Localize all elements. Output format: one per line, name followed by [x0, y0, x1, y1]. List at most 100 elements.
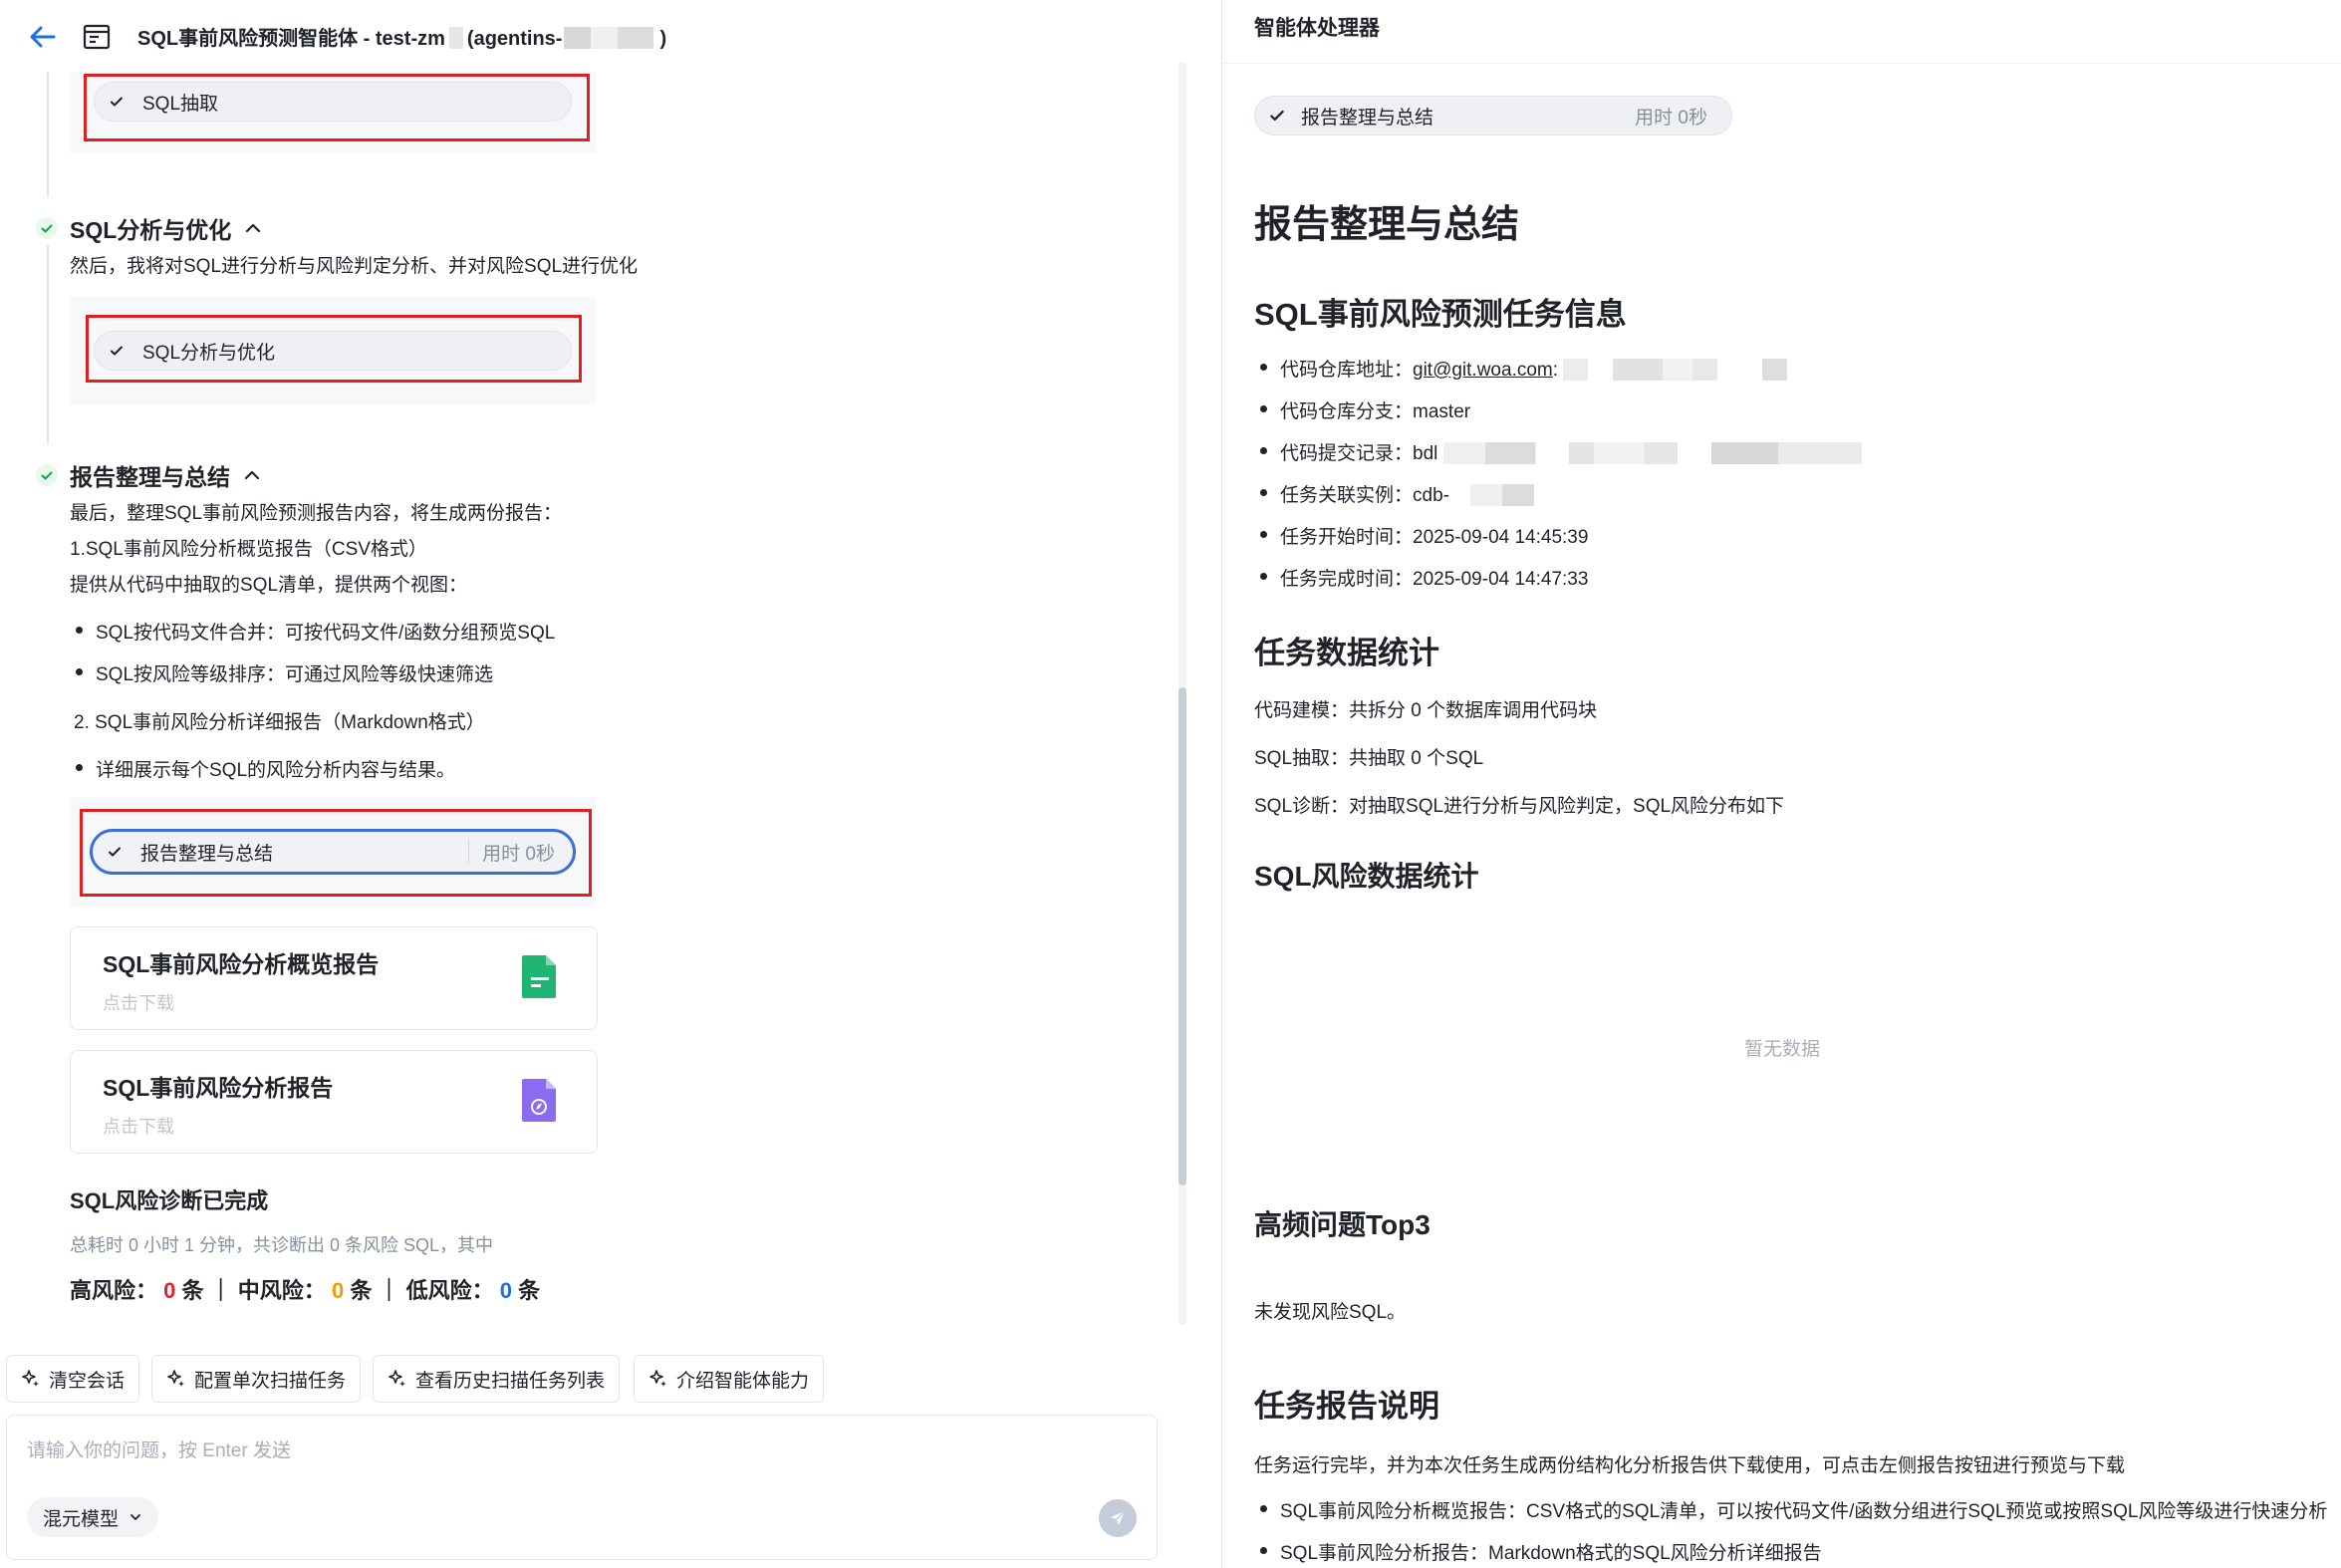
report-desc-line: 2. SQL事前风险分析详细报告（Markdown格式）	[74, 712, 485, 733]
section-title-top3: 高频问题Top3	[1254, 1209, 1431, 1240]
card-title: SQL事前风险分析概览报告	[103, 951, 380, 977]
info-instance: 任务关联实例：cdb-	[1254, 480, 1535, 507]
chevron-down-icon	[130, 1514, 140, 1520]
report-desc-line: 最后，整理SQL事前风险预测报告内容，将生成两份报告：	[70, 503, 563, 524]
sparkle-icon	[650, 1370, 666, 1387]
stats-line: SQL抽取：共抽取 0 个SQL	[1254, 748, 1484, 769]
count-unit: 条	[181, 1278, 204, 1303]
sparkle-icon	[389, 1370, 405, 1387]
report-bullet: SQL按风险等级排序：可通过风险等级快速筛选	[70, 659, 493, 686]
report-desc-line: 1.SQL事前风险分析概览报告（CSV格式）	[70, 539, 427, 560]
chevron-up-icon[interactable]	[242, 465, 262, 485]
info-label: 任务完成时间：	[1280, 569, 1414, 590]
spreadsheet-file-icon	[522, 955, 556, 998]
info-repo: 代码仓库地址：git@git.woa.com:	[1254, 355, 1813, 382]
card-download-link[interactable]: 点击下载	[103, 1113, 174, 1139]
chat-input[interactable]	[27, 1436, 1123, 1475]
app-window: SQL事前风险预测智能体 - test-zm (agentins-) SQL抽取 …	[0, 0, 2341, 1568]
highlight-box	[80, 809, 592, 897]
redacted-mask	[1454, 484, 1535, 506]
mid-risk-count: 0	[331, 1278, 345, 1303]
count-unit: 条	[350, 1278, 373, 1303]
card-download-link[interactable]: 点击下载	[103, 989, 174, 1015]
conversation-list-icon[interactable]	[82, 22, 112, 52]
info-label: 任务关联实例：	[1280, 485, 1414, 506]
step-check-icon	[36, 217, 58, 239]
processor-title: 智能体处理器	[1254, 17, 1380, 40]
section-title-report: 任务报告说明	[1254, 1389, 1439, 1424]
back-arrow-icon[interactable]	[26, 20, 60, 54]
risk-counts: 高风险： 0 条 ｜ 中风险： 0 条 ｜ 低风险： 0 条	[70, 1273, 540, 1305]
top3-text: 未发现风险SQL。	[1254, 1302, 1407, 1323]
quick-action-intro[interactable]: 介绍智能体能力	[634, 1355, 825, 1403]
tool-pill-label: 报告整理与总结	[1301, 107, 1434, 129]
quick-action-config-scan[interactable]: 配置单次扫描任务	[151, 1355, 362, 1403]
info-label: 代码提交记录：	[1280, 443, 1414, 464]
download-card-detail[interactable]: SQL事前风险分析报告 点击下载	[70, 1050, 598, 1154]
step-header-report[interactable]: 报告整理与总结	[36, 458, 262, 492]
mid-risk-label: 中风险：	[237, 1278, 326, 1303]
report-bullet: 详细展示每个SQL的风险分析内容与结果。	[70, 755, 455, 782]
model-select[interactable]: 混元模型	[27, 1497, 159, 1537]
info-label: 任务开始时间：	[1280, 527, 1414, 548]
empty-state: 暂无数据	[1743, 1039, 1820, 1060]
count-unit: 条	[518, 1278, 541, 1303]
section-title-stats: 任务数据统计	[1254, 636, 1439, 670]
quick-action-clear[interactable]: 清空会话	[6, 1355, 140, 1403]
high-risk-count: 0	[163, 1278, 176, 1303]
quick-action-history[interactable]: 查看历史扫描任务列表	[373, 1355, 621, 1403]
quick-action-label: 查看历史扫描任务列表	[415, 1370, 606, 1392]
report-bullet: SQL按代码文件合并：可按代码文件/函数分组预览SQL	[70, 618, 555, 645]
model-select-label: 混元模型	[43, 1508, 120, 1530]
info-label: 代码仓库地址：	[1280, 360, 1414, 381]
step-title: 报告整理与总结	[70, 464, 230, 490]
info-value: 2025-09-04 14:47:33	[1413, 569, 1589, 590]
title-suffix: )	[659, 28, 667, 50]
info-value: master	[1413, 401, 1471, 422]
chat-input-box: 混元模型	[6, 1415, 1158, 1560]
low-risk-label: 低风险：	[405, 1278, 494, 1303]
repo-link[interactable]: git@git.woa.com	[1413, 360, 1553, 381]
stats-line: 代码建模：共拆分 0 个数据库调用代码块	[1254, 700, 1598, 721]
processor-pane: 智能体处理器 报告整理与总结 用时 0秒 报告整理与总结 SQL事前风险预测任务…	[1221, 0, 2341, 1568]
highlight-box	[86, 315, 582, 383]
step-check-icon	[36, 464, 58, 486]
title-prefix: SQL事前风险预测智能体 - test-zm	[137, 28, 445, 50]
sparkle-icon	[22, 1370, 39, 1387]
send-icon	[1111, 1510, 1126, 1525]
timeline-line	[47, 72, 49, 197]
info-value: bdl	[1413, 443, 1438, 464]
check-icon	[1263, 102, 1291, 130]
report-heading: 报告整理与总结	[1254, 204, 1520, 246]
section-title-task-info: SQL事前风险预测任务信息	[1254, 297, 1627, 332]
section-title-risk-stats: SQL风险数据统计	[1254, 861, 1479, 892]
step-header-analyze[interactable]: SQL分析与优化	[36, 211, 263, 245]
info-value: cdb-	[1413, 485, 1449, 506]
redacted-mask	[564, 27, 654, 49]
step-title: SQL分析与优化	[70, 217, 232, 243]
redacted-mask	[448, 27, 463, 49]
quick-action-label: 配置单次扫描任务	[194, 1370, 347, 1392]
download-card-overview[interactable]: SQL事前风险分析概览报告 点击下载	[70, 926, 598, 1030]
redacted-mask	[1442, 442, 1862, 464]
markdown-file-icon	[522, 1079, 556, 1122]
title-mid: (agentins-	[466, 28, 563, 50]
chat-pane: SQL事前风险预测智能体 - test-zm (agentins-) SQL抽取 …	[0, 0, 1221, 1568]
send-button[interactable]	[1099, 1499, 1137, 1537]
separator: ｜	[378, 1278, 400, 1303]
report-bullet: SQL事前风险分析报告：Markdown格式的SQL风险分析详细报告	[1254, 1538, 1822, 1565]
processor-tool-pill[interactable]: 报告整理与总结 用时 0秒	[1254, 96, 1732, 135]
stats-line: SQL诊断：对抽取SQL进行分析与风险判定，SQL风险分布如下	[1254, 796, 1785, 817]
highlight-box	[84, 74, 590, 141]
quick-action-label: 介绍智能体能力	[676, 1370, 810, 1392]
processor-header: 智能体处理器	[1222, 0, 2341, 64]
chevron-up-icon[interactable]	[243, 218, 263, 238]
info-end-time: 任务完成时间：2025-09-04 14:47:33	[1254, 564, 1588, 591]
sparkle-icon	[167, 1370, 184, 1387]
scrollbar-thumb[interactable]	[1178, 687, 1186, 1185]
summary-subtitle: 总耗时 0 小时 1 分钟，共诊断出 0 条风险 SQL，其中	[70, 1235, 494, 1255]
summary-title: SQL风险诊断已完成	[70, 1188, 269, 1213]
step-description: 然后，我将对SQL进行分析与风险判定分析、并对风险SQL进行优化	[70, 256, 639, 277]
report-bullet: SQL事前风险分析概览报告：CSV格式的SQL清单，可以按代码文件/函数分组进行…	[1254, 1496, 2327, 1523]
report-desc-line: 提供从代码中抽取的SQL清单，提供两个视图：	[70, 575, 468, 596]
